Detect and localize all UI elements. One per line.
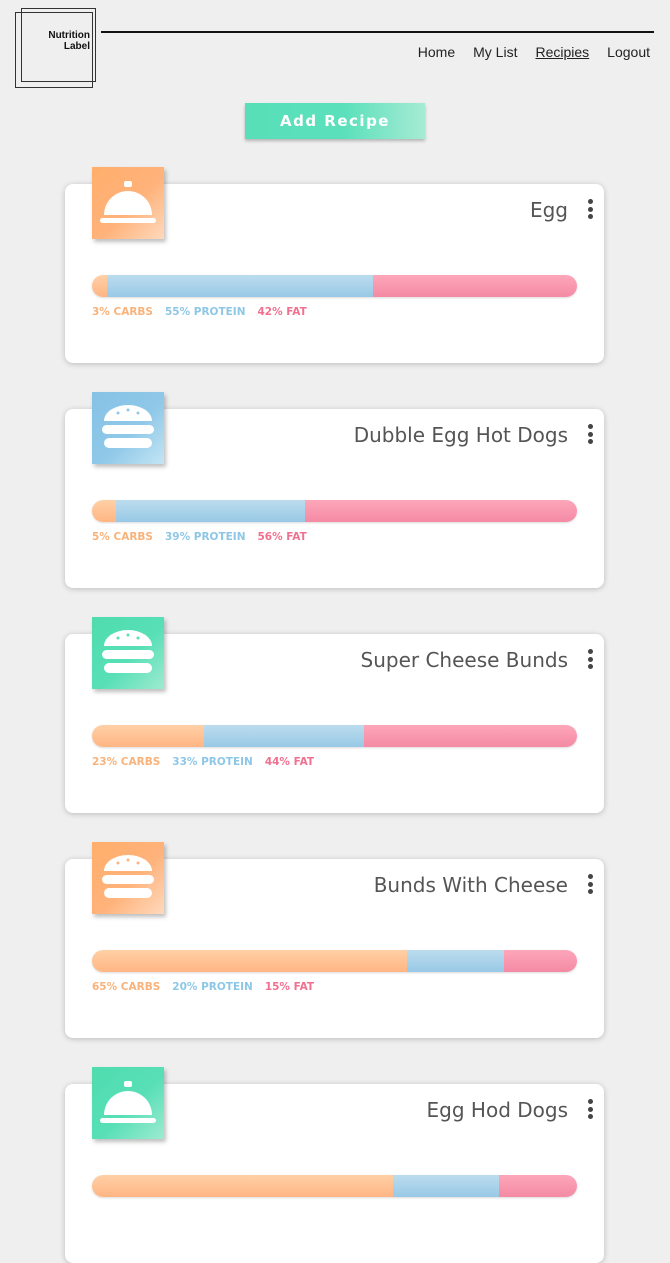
carbs-label: 65% CARBS <box>92 981 161 993</box>
macro-bar <box>92 500 577 522</box>
protein-label: 20% PROTEIN <box>172 981 253 993</box>
carbs-segment <box>92 1175 393 1197</box>
macro-bar <box>92 1175 577 1197</box>
carbs-segment <box>92 725 204 747</box>
protein-segment <box>116 500 306 522</box>
fat-segment <box>363 725 577 747</box>
carbs-label: 23% CARBS <box>92 756 161 768</box>
fat-segment <box>499 1175 577 1197</box>
protein-label: 55% PROTEIN <box>164 306 246 318</box>
fat-segment <box>305 500 577 522</box>
recipe-card[interactable]: Egg 3% CARBS 55% PROTEIN 42% FAT <box>65 167 604 363</box>
recipe-card[interactable]: Egg Hod Dogs <box>65 1067 604 1263</box>
protein-segment <box>106 275 374 297</box>
fat-segment <box>504 950 577 972</box>
fat-label: 44% FAT <box>264 756 315 768</box>
macro-bar <box>92 725 577 747</box>
more-options-icon[interactable] <box>587 874 593 894</box>
protein-segment <box>203 725 364 747</box>
carbs-segment <box>92 275 107 297</box>
macro-labels: 3% CARBS 55% PROTEIN 42% FAT <box>92 306 307 318</box>
fat-label: 15% FAT <box>264 981 315 993</box>
protein-label: 33% PROTEIN <box>172 756 253 768</box>
recipe-list: Egg 3% CARBS 55% PROTEIN 42% FAT Dubble … <box>0 0 670 1263</box>
food-cloche-icon <box>92 167 164 239</box>
recipe-card[interactable]: Dubble Egg Hot Dogs 5% CARBS 39% PROTEIN… <box>65 392 604 588</box>
recipe-card[interactable]: Super Cheese Bunds 23% CARBS 33% PROTEIN… <box>65 617 604 813</box>
more-options-icon[interactable] <box>587 1099 593 1119</box>
carbs-label: 3% CARBS <box>92 306 153 318</box>
food-cloche-icon <box>92 1067 164 1139</box>
burger-icon <box>92 842 164 914</box>
macro-labels: 23% CARBS 33% PROTEIN 44% FAT <box>92 756 314 768</box>
recipe-card[interactable]: Bunds With Cheese 65% CARBS 20% PROTEIN … <box>65 842 604 1038</box>
recipe-title: Super Cheese Bunds <box>360 648 568 672</box>
burger-icon <box>92 392 164 464</box>
carbs-segment <box>92 500 117 522</box>
recipe-title: Bunds With Cheese <box>373 873 568 897</box>
recipe-title: Egg <box>529 198 568 222</box>
protein-label: 39% PROTEIN <box>164 531 246 543</box>
carbs-label: 5% CARBS <box>92 531 153 543</box>
recipe-title: Egg Hod Dogs <box>426 1098 568 1122</box>
recipe-title: Dubble Egg Hot Dogs <box>353 423 568 447</box>
more-options-icon[interactable] <box>587 424 593 444</box>
macro-labels: 5% CARBS 39% PROTEIN 56% FAT <box>92 531 307 543</box>
protein-segment <box>407 950 505 972</box>
protein-segment <box>392 1175 500 1197</box>
macro-bar <box>92 950 577 972</box>
more-options-icon[interactable] <box>587 199 593 219</box>
more-options-icon[interactable] <box>587 649 593 669</box>
macro-labels: 65% CARBS 20% PROTEIN 15% FAT <box>92 981 314 993</box>
fat-label: 42% FAT <box>257 306 307 318</box>
macro-bar <box>92 275 577 297</box>
burger-icon <box>92 617 164 689</box>
fat-segment <box>373 275 577 297</box>
fat-label: 56% FAT <box>257 531 307 543</box>
carbs-segment <box>92 950 408 972</box>
